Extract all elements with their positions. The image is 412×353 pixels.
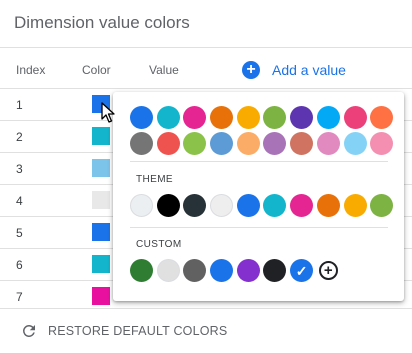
custom-color-swatch[interactable]	[156, 259, 180, 282]
custom-color-swatch[interactable]	[263, 259, 287, 282]
theme-color-swatch[interactable]	[183, 194, 207, 217]
row-color-swatch[interactable]	[92, 127, 110, 145]
theme-palette-row	[130, 194, 397, 217]
default-color-swatch[interactable]	[130, 106, 153, 129]
row-index: 1	[16, 98, 23, 112]
row-index: 5	[16, 226, 23, 240]
default-color-swatch[interactable]	[370, 132, 394, 155]
default-color-swatch[interactable]	[343, 132, 367, 155]
restore-default-colors-label: RESTORE DEFAULT COLORS	[48, 324, 228, 338]
panel-title: Dimension value colors	[14, 13, 190, 32]
default-color-swatch[interactable]	[183, 106, 207, 129]
default-color-swatch[interactable]	[316, 106, 340, 129]
row-index: 6	[16, 258, 23, 272]
default-color-swatch[interactable]	[183, 132, 207, 155]
color-picker-popup: THEME CUSTOM ✓ +	[113, 92, 404, 301]
custom-color-swatch[interactable]	[236, 259, 260, 282]
theme-color-swatch[interactable]	[290, 194, 314, 217]
add-value-label: Add a value	[272, 62, 346, 78]
default-palette-row-2	[130, 132, 397, 155]
default-color-swatch[interactable]	[290, 132, 314, 155]
default-color-swatch[interactable]	[263, 106, 287, 129]
theme-color-swatch[interactable]	[156, 194, 180, 217]
column-header-color: Color	[82, 63, 111, 77]
default-color-swatch[interactable]	[236, 106, 260, 129]
default-palette-row-1	[130, 106, 397, 129]
row-color-swatch[interactable]	[92, 255, 110, 273]
default-color-swatch[interactable]	[210, 132, 234, 155]
theme-color-swatch[interactable]	[343, 194, 367, 217]
theme-color-swatch[interactable]	[236, 194, 260, 217]
default-color-swatch[interactable]	[343, 106, 367, 129]
row-index: 3	[16, 162, 23, 176]
default-color-swatch[interactable]	[210, 106, 234, 129]
row-color-swatch[interactable]	[92, 287, 110, 305]
theme-color-swatch[interactable]	[316, 194, 340, 217]
divider	[130, 161, 388, 162]
custom-color-swatch[interactable]	[130, 259, 153, 282]
panel-header: Dimension value colors	[0, 0, 412, 48]
default-color-swatch[interactable]	[316, 132, 340, 155]
panel-footer: RESTORE DEFAULT COLORS	[0, 308, 412, 353]
default-color-swatch[interactable]	[130, 132, 153, 155]
column-header-value: Value	[149, 63, 179, 77]
theme-color-swatch[interactable]	[370, 194, 394, 217]
check-icon: ✓	[295, 262, 308, 279]
row-index: 7	[16, 290, 23, 304]
divider	[130, 227, 388, 228]
row-color-swatch[interactable]	[92, 223, 110, 241]
table-header: Index Color Value + Add a value	[0, 52, 412, 88]
default-color-swatch[interactable]	[156, 132, 180, 155]
custom-color-swatch-selected[interactable]: ✓	[290, 259, 314, 282]
mouse-pointer-icon	[101, 102, 115, 123]
theme-section-label: THEME	[136, 174, 173, 185]
restore-icon	[23, 325, 35, 337]
custom-color-swatch[interactable]	[183, 259, 207, 282]
add-value-button[interactable]: + Add a value	[242, 57, 346, 83]
row-index: 2	[16, 130, 23, 144]
default-color-swatch[interactable]	[263, 132, 287, 155]
column-header-index: Index	[16, 63, 46, 77]
restore-default-colors-button[interactable]: RESTORE DEFAULT COLORS	[20, 322, 227, 340]
theme-color-swatch[interactable]	[263, 194, 287, 217]
row-color-swatch[interactable]	[92, 191, 110, 209]
row-index: 4	[16, 194, 23, 208]
custom-section-label: CUSTOM	[136, 239, 182, 250]
default-color-swatch[interactable]	[370, 106, 394, 129]
default-color-swatch[interactable]	[236, 132, 260, 155]
custom-color-swatch[interactable]	[210, 259, 234, 282]
default-color-swatch[interactable]	[290, 106, 314, 129]
custom-palette-row: ✓ +	[130, 259, 338, 282]
theme-color-swatch[interactable]	[130, 194, 153, 217]
plus-circle-icon[interactable]: +	[318, 261, 338, 280]
theme-color-swatch[interactable]	[210, 194, 234, 217]
add-circle-icon: +	[242, 61, 260, 79]
row-color-swatch[interactable]	[92, 159, 110, 177]
default-color-swatch[interactable]	[156, 106, 180, 129]
